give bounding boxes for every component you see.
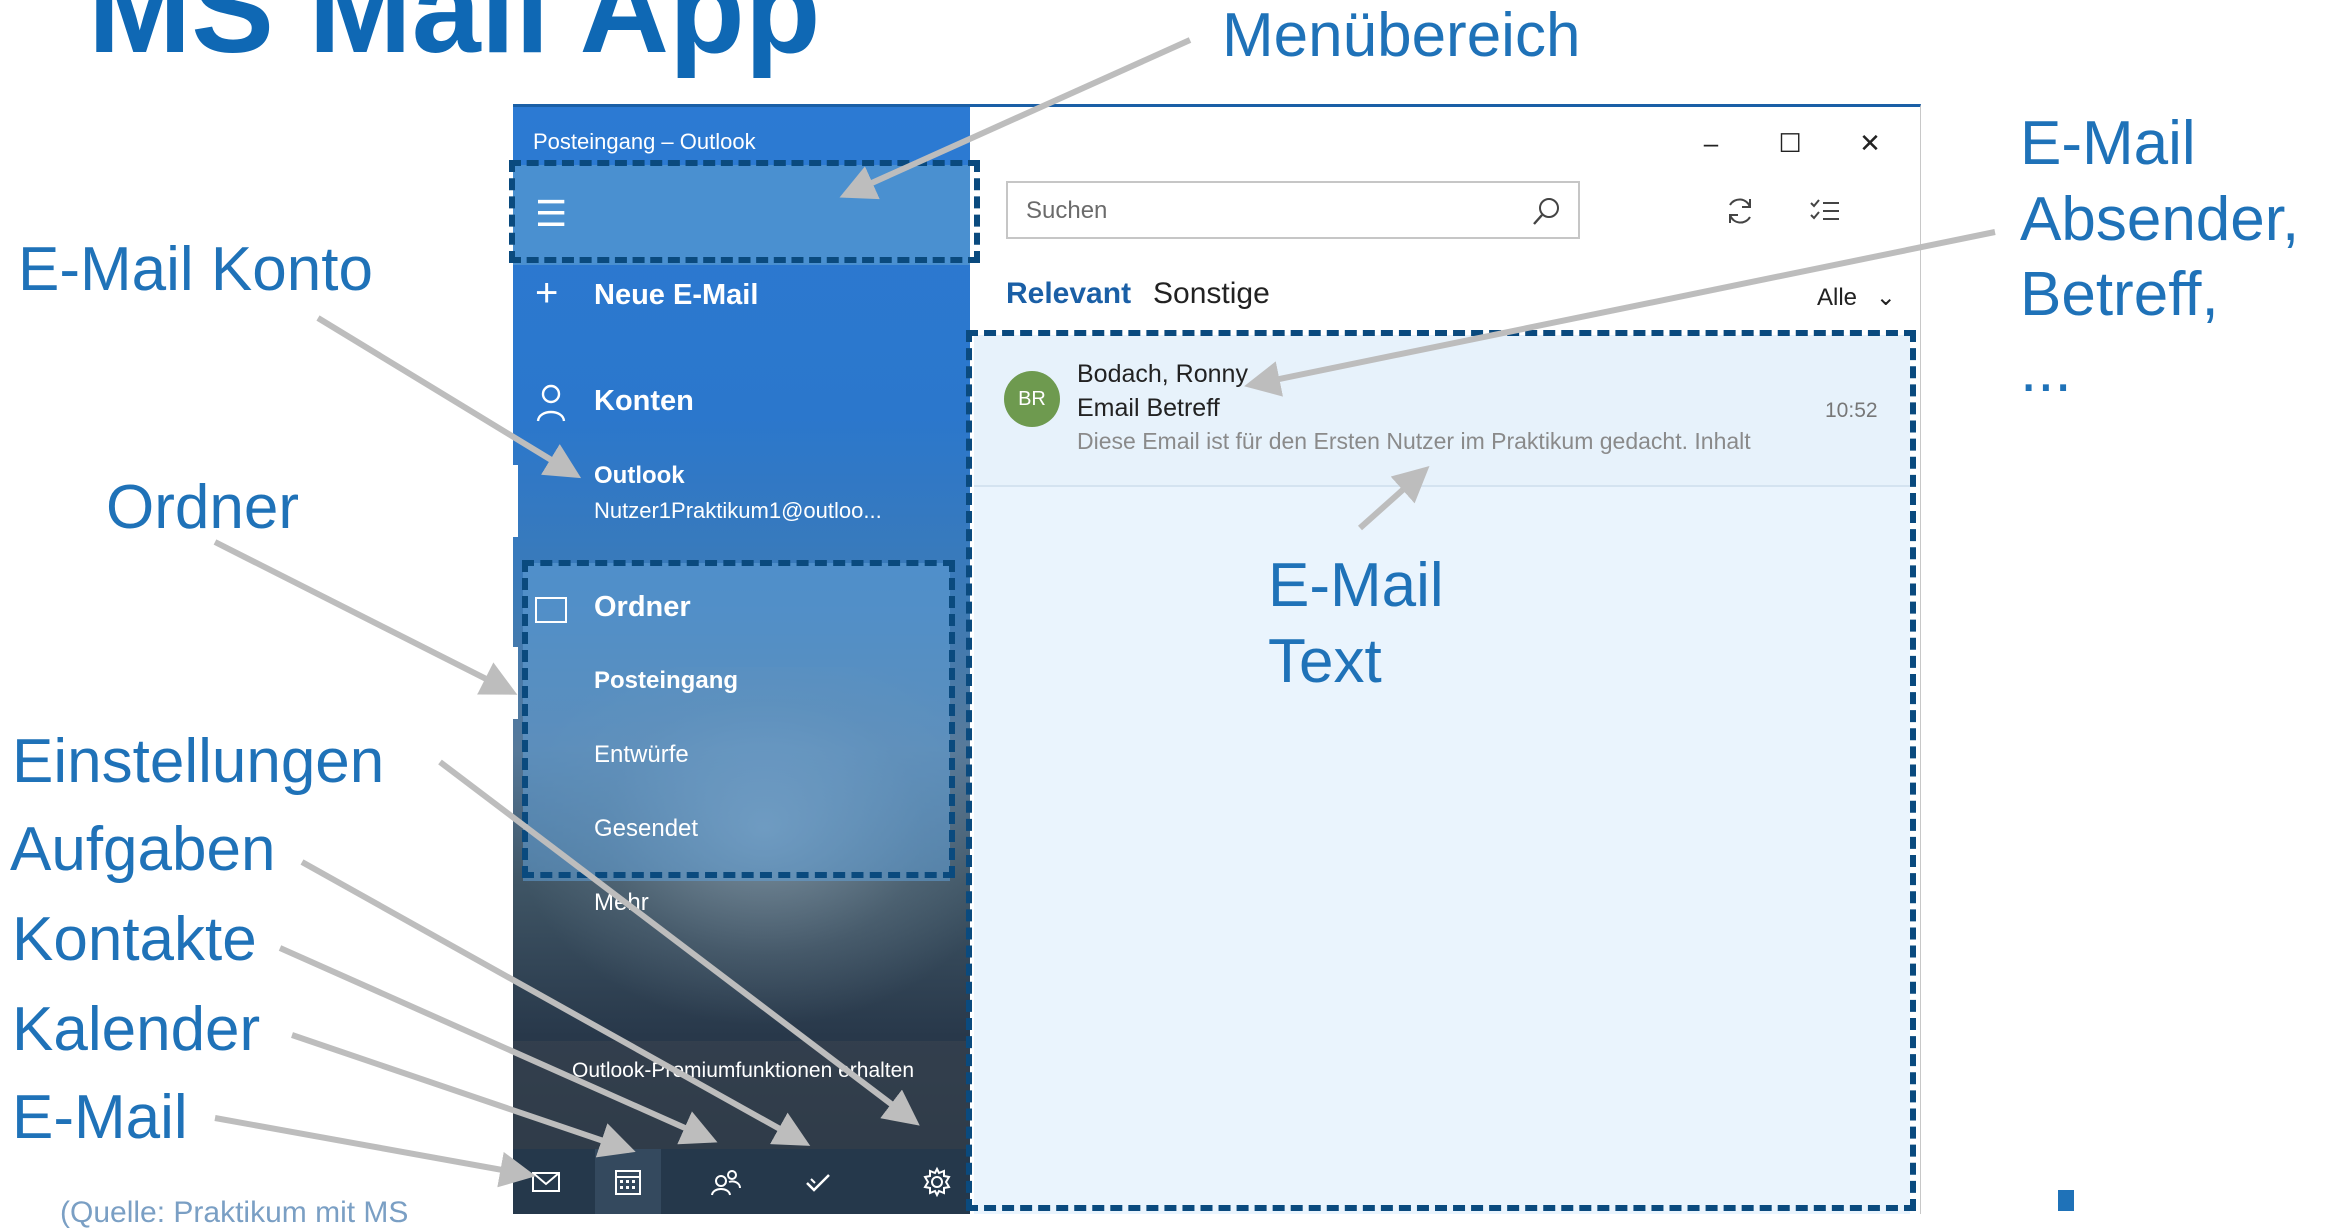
- arrow-contacts: [278, 945, 718, 1145]
- arrow-tasks: [300, 859, 811, 1146]
- arrow-menu: [839, 37, 1192, 200]
- annotation-email-account: E-Mail Konto: [18, 235, 373, 304]
- annotation-email-sender: E-Mail Absender, Betreff, ...: [2020, 109, 2300, 405]
- annotation-email: E-Mail: [12, 1083, 188, 1152]
- arrow-calendar: [291, 1032, 636, 1158]
- arrow-sender: [1244, 229, 1996, 397]
- arrow-settings: [438, 759, 920, 1126]
- logo-mark: [2058, 1190, 2074, 1211]
- arrow-text: [1358, 466, 1430, 531]
- annotation-menu-area: Menübereich: [1222, 1, 1581, 70]
- annotation-folders: Ordner: [106, 473, 299, 542]
- annotation-email-text: E-Mail Text: [1268, 551, 1444, 696]
- arrow-email: [214, 1115, 536, 1188]
- annotation-calendar: Kalender: [12, 995, 261, 1064]
- annotation-contacts: Kontakte: [12, 905, 257, 974]
- annotation-tasks: Aufgaben: [10, 815, 276, 884]
- annotation-settings: Einstellungen: [12, 727, 385, 796]
- arrow-layer: [213, 37, 1996, 1188]
- arrow-folders: [213, 539, 518, 695]
- arrow-account: [316, 315, 582, 479]
